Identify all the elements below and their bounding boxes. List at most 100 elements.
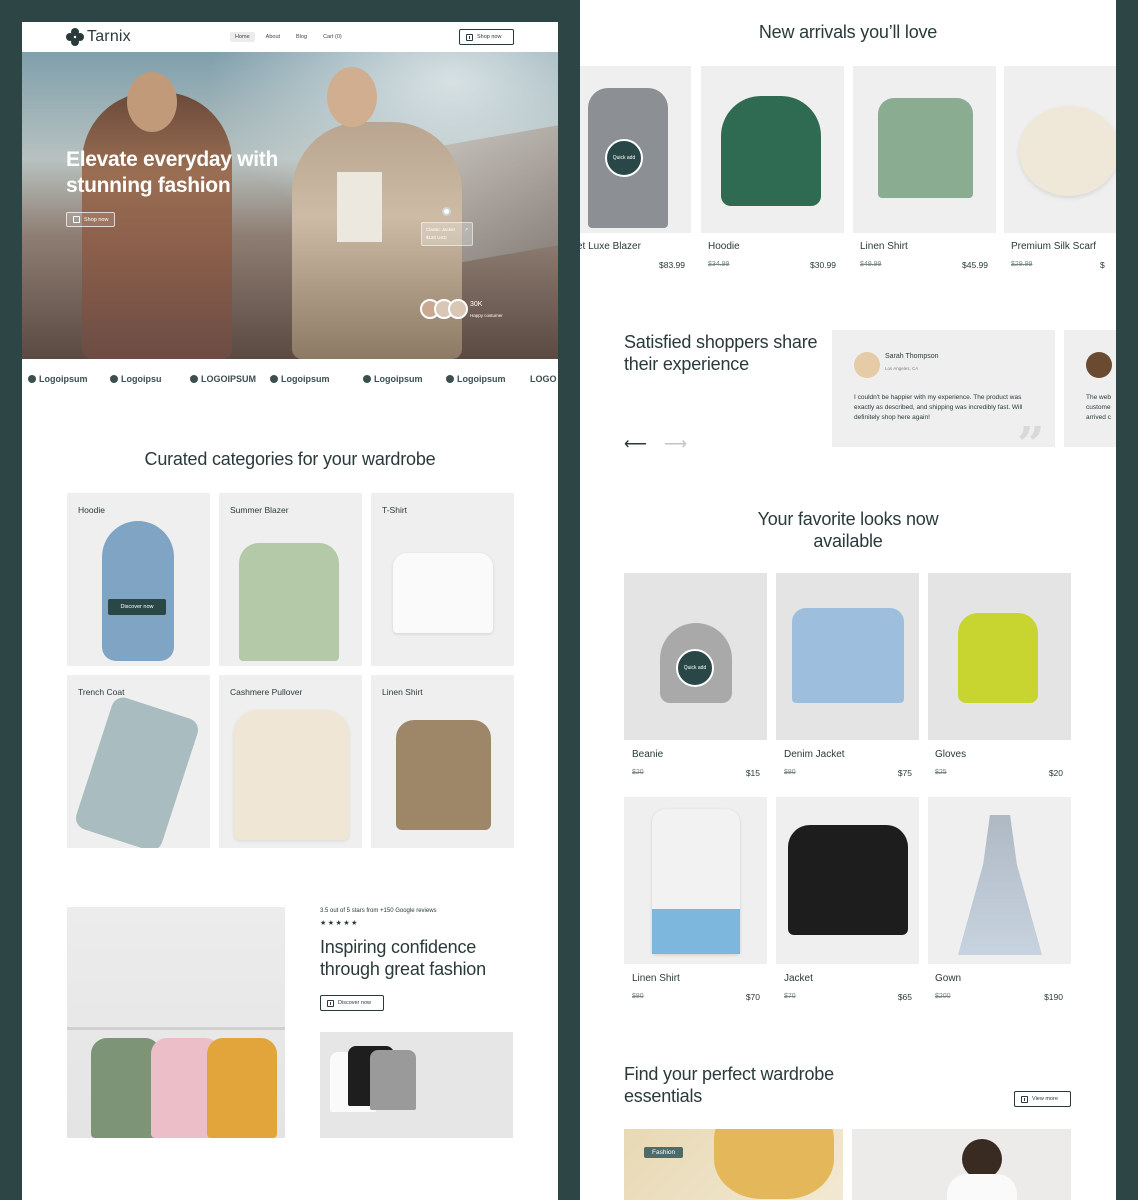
product-name[interactable]: Beanie [632,749,663,760]
avatar [448,299,468,319]
category-label: Cashmere Pullover [230,687,303,697]
brand-logo[interactable]: Tarnix [66,28,131,46]
scarf-image [1019,106,1116,196]
top-nav: Tarnix Home About Blog Cart (0) Shop now [22,22,558,52]
logo-icon [190,375,198,383]
favorites-title: Your favorite looks now available [757,509,939,551]
quick-add-button[interactable]: Quick add [676,649,714,687]
product-name[interactable]: Hoodie [708,241,740,252]
shirt-pattern [652,909,740,954]
product-card[interactable] [776,573,919,740]
product-price: $15 [745,768,760,778]
testimonial-text: I couldn't be happier with my experience… [854,394,1023,421]
customer-count-label: Happy costumer [470,313,503,318]
arrow-right-icon[interactable]: ⟶ [664,434,687,454]
category-card[interactable]: Linen Shirt [371,675,514,848]
product-card[interactable]: Quick add [580,66,691,233]
product-card[interactable] [928,573,1071,740]
product-card[interactable] [624,797,767,964]
product-tag-card[interactable]: Classic Jacket $120 USD ↗ [421,222,473,246]
category-label: Summer Blazer [230,505,289,515]
product-old-price: $20 [632,769,644,776]
quick-add-button[interactable]: Quick add [605,139,643,177]
partner-logo: Logoipsum [446,374,506,384]
confidence-discover-label: Discover now [338,1000,372,1006]
arrow-left-icon[interactable]: ⟵ [624,434,647,454]
nav-about[interactable]: About [261,32,285,42]
nav-shop-now-button[interactable]: Shop now [459,29,514,45]
hero-model-right-head [327,67,377,127]
logo-icon [28,375,36,383]
category-card[interactable]: T-Shirt [371,493,514,666]
category-card[interactable]: Hoodie Discover now [67,493,210,666]
nav-cart[interactable]: Cart (0) [318,32,347,42]
review-summary: 3.5 out of 5 stars from +150 Google revi… [320,908,437,914]
hero-shop-now-label: Shop now [84,216,109,223]
view-more-label: View more [1032,1096,1058,1102]
category-card[interactable]: Trench Coat [67,675,210,848]
partner-logo-text: LOGOIPSUM [201,374,257,384]
product-card[interactable] [853,66,996,233]
product-name[interactable]: Gloves [935,749,966,760]
testimonial-card: The web custome arrived c [1064,330,1116,447]
nav-blog[interactable]: Blog [291,32,312,42]
product-old-price: $80 [632,993,644,1000]
partner-logos: Logoipsum Logoipsu LOGOIPSUM Logoipsum L… [22,374,558,390]
category-card[interactable]: Summer Blazer [219,493,362,666]
product-card[interactable] [928,797,1071,964]
essentials-image[interactable]: Fashion [624,1129,843,1200]
testimonial-name: Sarah Thompson [885,353,939,360]
product-name[interactable]: et Luxe Blazer [580,241,641,252]
new-arrivals-title: New arrivals you’ll love [758,22,938,42]
product-old-price: $49.99 [860,261,882,268]
category-label: Trench Coat [78,687,125,697]
product-old-price: $80 [784,769,796,776]
category-label: T-Shirt [382,505,408,515]
product-name[interactable]: Gown [935,973,961,984]
essentials-title: Find your perfect wardrobe essentials [624,1064,834,1106]
avatar [1086,352,1112,378]
product-card[interactable] [776,797,919,964]
yellow-knit-image [714,1129,834,1199]
testimonial-text: The web custome arrived c [1086,394,1111,421]
product-hotspot-dot[interactable] [442,207,451,216]
product-price: $190 [1044,992,1063,1002]
essentials-image[interactable] [852,1129,1071,1200]
nav-home[interactable]: Home [230,32,255,42]
partner-logo-text: LOGO [530,374,557,384]
rack-bar [67,1027,285,1030]
confidence-title: Inspiring confidence through great fashi… [320,937,486,979]
hero-shop-now-button[interactable]: Shop now [66,212,116,227]
product-card[interactable] [1004,66,1116,233]
yellow-sweater [207,1038,277,1138]
testimonials-title: Satisfied shoppers share their experienc… [624,332,818,374]
product-card[interactable]: Quick add [624,573,767,740]
product-name[interactable]: Jacket [784,973,813,984]
product-price: $75 [897,768,912,778]
grey-tee [370,1050,416,1110]
product-card[interactable] [701,66,844,233]
hero-model-left-head [127,72,177,132]
confidence-discover-button[interactable]: Discover now [320,995,384,1011]
product-name[interactable]: Premium Silk Scarf [1011,241,1096,252]
product-old-price: $200 [935,993,951,1000]
pullover-image [234,710,349,840]
product-tag-price: $120 USD [426,235,447,240]
view-more-button[interactable]: View more [1014,1091,1071,1107]
product-price: $30.99 [810,260,836,270]
partner-logo: Logoipsum [363,374,423,384]
model-head [962,1139,1002,1179]
info-icon [1021,1095,1028,1103]
nav-shop-now-label: Shop now [477,34,502,40]
partner-logo-text: Logoipsum [39,374,88,384]
product-name[interactable]: Linen Shirt [860,241,908,252]
customer-count: 30K [470,301,483,308]
discover-now-button[interactable]: Discover now [108,599,166,615]
product-name[interactable]: Denim Jacket [784,749,845,760]
category-card[interactable]: Cashmere Pullover [219,675,362,848]
product-price: $45.99 [962,260,988,270]
product-name[interactable]: Linen Shirt [632,973,680,984]
hero-banner: Elevate everyday with stunning fashion S… [22,52,558,359]
logo-icon [270,375,278,383]
info-icon [73,216,80,223]
